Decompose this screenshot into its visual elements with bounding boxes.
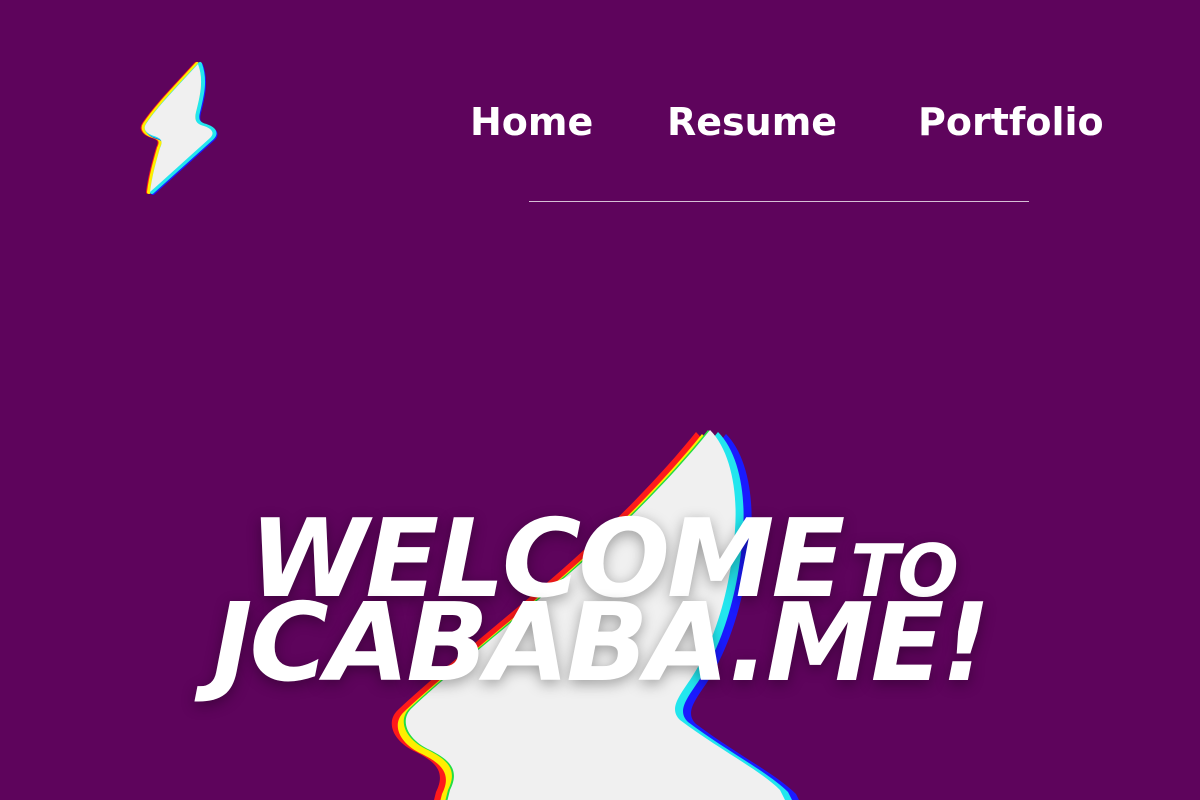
nav-link-home[interactable]: Home (470, 98, 593, 146)
main-nav: Home Resume Portfolio (0, 98, 1200, 148)
nav-link-portfolio[interactable]: Portfolio (918, 98, 1104, 146)
nav-divider (529, 201, 1029, 202)
hero-title-site-name: JCABABA.ME! (212, 581, 990, 707)
nav-link-resume[interactable]: Resume (667, 98, 837, 146)
hero-title: WELCOME TO JCABABA.ME! (0, 506, 1200, 707)
